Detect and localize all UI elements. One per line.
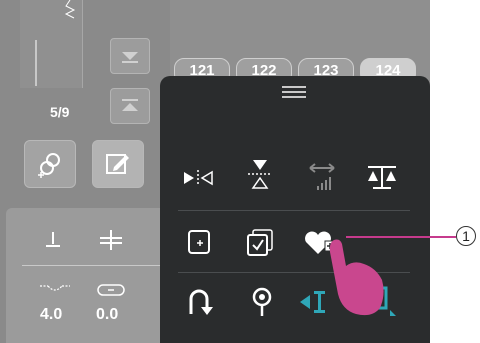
stitch-width-icon	[97, 284, 125, 296]
check-pattern-button[interactable]	[242, 224, 278, 260]
link-stitch-icon	[38, 153, 60, 178]
edit-icon	[106, 154, 129, 174]
needle-stop-button[interactable]	[244, 284, 280, 320]
stitch-density-icon	[309, 163, 335, 190]
stitch-counter: 5/9	[50, 104, 70, 120]
arrow-down-icon	[122, 52, 138, 63]
mirror-vertical-icon	[248, 160, 272, 189]
check-pattern-icon	[247, 229, 273, 256]
mirror-horizontal-icon	[184, 170, 213, 186]
pointing-hand-icon	[329, 239, 384, 316]
reverse-icon	[189, 289, 213, 315]
presser-foot-icon	[46, 232, 60, 247]
mirror-horizontal-button[interactable]	[180, 160, 216, 196]
add-pattern-button[interactable]	[182, 224, 218, 260]
move-up-button[interactable]	[110, 88, 150, 124]
stitch-preview	[20, 0, 83, 88]
arrow-up-icon	[122, 99, 138, 111]
combination-button[interactable]	[24, 140, 76, 188]
edit-menu-popup	[160, 76, 430, 343]
needle-stop-icon	[252, 287, 272, 316]
drag-handle[interactable]	[282, 86, 306, 98]
add-pattern-icon	[188, 230, 210, 254]
reverse-button[interactable]	[182, 284, 218, 320]
balance-icon	[368, 166, 396, 189]
stitch-tabs: 121 122 123 124	[170, 0, 430, 84]
callout-marker: 1	[456, 226, 476, 246]
stitch-length-icon	[40, 285, 70, 291]
stitch-width-value: 0.0	[96, 306, 119, 323]
move-down-button[interactable]	[110, 38, 150, 74]
settings-panel	[6, 208, 170, 343]
balance-button[interactable]	[364, 158, 400, 194]
stitch-density-button	[304, 158, 340, 194]
stitch-length-value: 4.0	[40, 306, 63, 323]
callout-line	[346, 236, 456, 238]
stitch-pattern-icon	[35, 0, 76, 86]
machine-screen: 5/9 4.0 0.0 121 122 123 124	[0, 0, 430, 343]
edit-button[interactable]	[92, 140, 144, 188]
feed-dog-icon	[100, 230, 122, 250]
divider	[22, 265, 164, 266]
mirror-vertical-button[interactable]	[242, 156, 278, 192]
popup-divider	[178, 210, 410, 211]
left-panel: 5/9 4.0 0.0	[0, 0, 170, 343]
